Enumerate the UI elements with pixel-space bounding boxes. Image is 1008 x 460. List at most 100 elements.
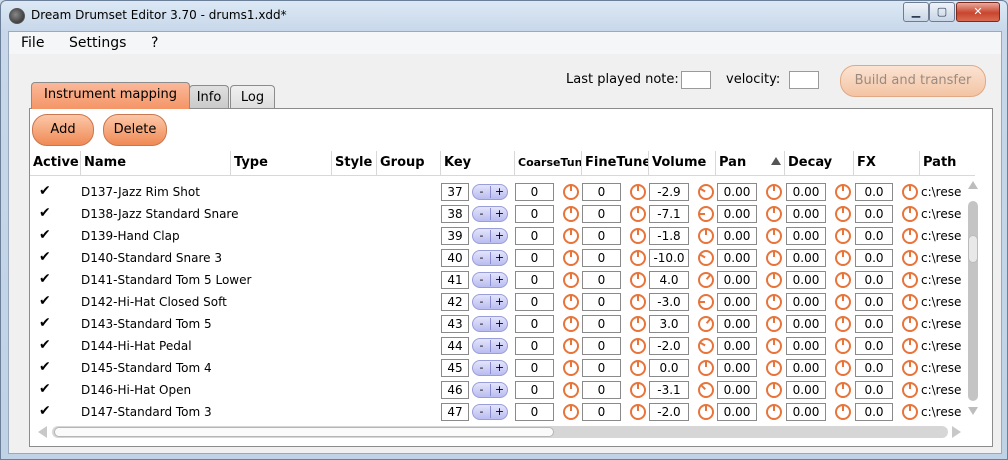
decay-field[interactable]: 0.00 [786, 271, 826, 289]
col-style[interactable]: Style [332, 151, 377, 175]
volume-knob[interactable] [698, 272, 714, 288]
col-group[interactable]: Group [377, 151, 441, 175]
key-increment-button[interactable]: + [491, 185, 508, 199]
decay-field[interactable]: 0.00 [786, 381, 826, 399]
active-checkbox[interactable]: ✔ [39, 337, 51, 353]
menu-file[interactable]: File [21, 35, 44, 51]
key-stepper[interactable]: - + [472, 294, 508, 310]
coarse-tune-field[interactable]: 0 [515, 337, 554, 355]
key-field[interactable]: 40 [441, 249, 469, 267]
vertical-scrollbar[interactable] [966, 179, 980, 419]
horizontal-scrollbar[interactable] [38, 425, 968, 439]
minimize-button[interactable]: ▁ [903, 2, 929, 22]
fine-tune-knob[interactable] [630, 184, 646, 200]
scroll-right-icon[interactable] [952, 426, 961, 438]
key-increment-button[interactable]: + [491, 383, 508, 397]
volume-knob[interactable] [698, 294, 714, 310]
table-row[interactable]: ✔ D137-Jazz Rim Shot 37- +0 0 -2.9 0.00 0.00 0.0… [30, 181, 970, 203]
table-row[interactable]: ✔ D138-Jazz Standard Snare 38- +0 0 -7.1 0.00 0… [30, 203, 970, 225]
menu-settings[interactable]: Settings [69, 35, 126, 51]
key-increment-button[interactable]: + [491, 405, 508, 419]
fx-knob[interactable] [902, 294, 918, 310]
fx-knob[interactable] [902, 250, 918, 266]
fx-field[interactable]: 0.0 [855, 249, 893, 267]
decay-knob[interactable] [835, 294, 851, 310]
key-decrement-button[interactable]: - [473, 229, 490, 243]
key-stepper[interactable]: - + [472, 272, 508, 288]
coarse-tune-knob[interactable] [563, 316, 579, 332]
key-field[interactable]: 47 [441, 403, 469, 421]
fine-tune-field[interactable]: 0 [582, 271, 621, 289]
table-row[interactable]: ✔ D143-Standard Tom 5 43- +0 0 3.0 0.00 0.00 0.0… [30, 313, 970, 335]
tab-info[interactable]: Info [189, 85, 229, 110]
coarse-tune-field[interactable]: 0 [515, 293, 554, 311]
fx-field[interactable]: 0.0 [855, 359, 893, 377]
table-row[interactable]: ✔ D147-Standard Tom 3 47- +0 0 -2.0 0.00 0.00 0.… [30, 401, 970, 423]
col-key[interactable]: Key [441, 151, 515, 175]
key-stepper[interactable]: - + [472, 404, 508, 420]
volume-field[interactable]: -7.1 [649, 205, 689, 223]
fx-field[interactable]: 0.0 [855, 403, 893, 421]
volume-field[interactable]: 4.0 [649, 271, 689, 289]
fine-tune-field[interactable]: 0 [582, 337, 621, 355]
fine-tune-field[interactable]: 0 [582, 403, 621, 421]
horizontal-scroll-thumb[interactable] [54, 427, 554, 437]
decay-knob[interactable] [835, 184, 851, 200]
table-row[interactable]: ✔ D142-Hi-Hat Closed Soft 42- +0 0 -3.0 0.00 0.… [30, 291, 970, 313]
fine-tune-knob[interactable] [630, 404, 646, 420]
fx-field[interactable]: 0.0 [855, 271, 893, 289]
key-field[interactable]: 37 [441, 183, 469, 201]
active-checkbox[interactable]: ✔ [39, 205, 51, 221]
fine-tune-field[interactable]: 0 [582, 205, 621, 223]
add-button[interactable]: Add [32, 114, 94, 146]
pan-knob[interactable] [766, 382, 782, 398]
decay-field[interactable]: 0.00 [786, 337, 826, 355]
key-increment-button[interactable]: + [491, 251, 508, 265]
scroll-up-icon[interactable] [968, 181, 978, 189]
fine-tune-knob[interactable] [630, 250, 646, 266]
active-checkbox[interactable]: ✔ [39, 359, 51, 375]
coarse-tune-field[interactable]: 0 [515, 403, 554, 421]
fx-field[interactable]: 0.0 [855, 337, 893, 355]
pan-field[interactable]: 0.00 [717, 249, 757, 267]
volume-field[interactable]: -1.8 [649, 227, 689, 245]
col-type[interactable]: Type [231, 151, 332, 175]
pan-field[interactable]: 0.00 [717, 183, 757, 201]
key-field[interactable]: 39 [441, 227, 469, 245]
col-volume[interactable]: Volume [649, 151, 716, 175]
pan-knob[interactable] [766, 184, 782, 200]
fine-tune-field[interactable]: 0 [582, 249, 621, 267]
active-checkbox[interactable]: ✔ [39, 403, 51, 419]
col-name[interactable]: Name [81, 151, 231, 175]
key-field[interactable]: 44 [441, 337, 469, 355]
key-decrement-button[interactable]: - [473, 405, 490, 419]
table-row[interactable]: ✔ D144-Hi-Hat Pedal 44- +0 0 -2.0 0.00 0.00 0.0 c… [30, 335, 970, 357]
key-increment-button[interactable]: + [491, 273, 508, 287]
fine-tune-knob[interactable] [630, 338, 646, 354]
fine-tune-knob[interactable] [630, 316, 646, 332]
fx-field[interactable]: 0.0 [855, 205, 893, 223]
active-checkbox[interactable]: ✔ [39, 293, 51, 309]
scroll-down-icon[interactable] [968, 407, 978, 415]
decay-field[interactable]: 0.00 [786, 403, 826, 421]
close-button[interactable]: ✕ [956, 2, 1000, 22]
key-field[interactable]: 42 [441, 293, 469, 311]
col-active[interactable]: Active [30, 151, 81, 175]
fx-field[interactable]: 0.0 [855, 315, 893, 333]
fx-field[interactable]: 0.0 [855, 183, 893, 201]
volume-field[interactable]: -3.0 [649, 293, 689, 311]
key-field[interactable]: 41 [441, 271, 469, 289]
key-increment-button[interactable]: + [491, 207, 508, 221]
table-row[interactable]: ✔ D146-Hi-Hat Open 46- +0 0 -3.1 0.00 0.00 0.0 c:… [30, 379, 970, 401]
table-row[interactable]: ✔ D139-Hand Clap 39- +0 0 -1.8 0.00 0.00 0.0 c:\r… [30, 225, 970, 247]
key-decrement-button[interactable]: - [473, 361, 490, 375]
pan-field[interactable]: 0.00 [717, 205, 757, 223]
active-checkbox[interactable]: ✔ [39, 183, 51, 199]
decay-field[interactable]: 0.00 [786, 227, 826, 245]
coarse-tune-knob[interactable] [563, 382, 579, 398]
decay-field[interactable]: 0.00 [786, 205, 826, 223]
coarse-tune-field[interactable]: 0 [515, 381, 554, 399]
volume-knob[interactable] [698, 316, 714, 332]
table-row[interactable]: ✔ D141-Standard Tom 5 Lower 41- +0 0 4.0 0.00 0… [30, 269, 970, 291]
fine-tune-knob[interactable] [630, 272, 646, 288]
